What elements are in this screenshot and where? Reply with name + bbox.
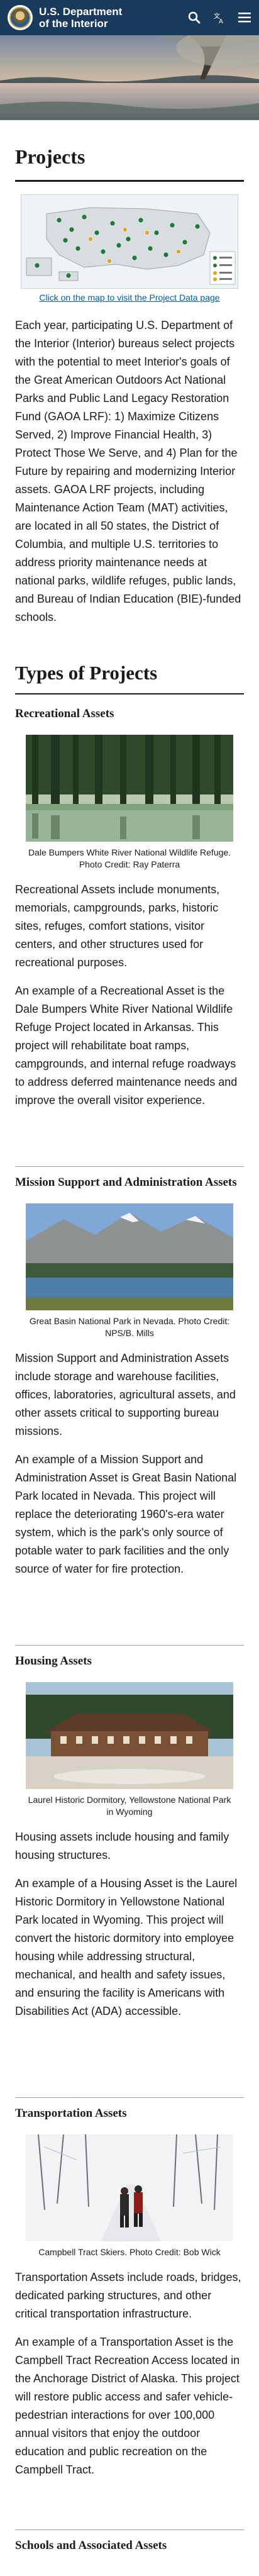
- search-icon[interactable]: [187, 11, 201, 25]
- language-icon[interactable]: 文A: [212, 11, 226, 25]
- site-header: U.S. Department of the Interior 文A: [0, 0, 259, 35]
- site-title[interactable]: U.S. Department of the Interior: [39, 6, 133, 30]
- section-title: Housing Assets: [15, 1654, 92, 1668]
- intro-paragraph: Each year, participating U.S. Department…: [15, 319, 241, 623]
- section-divider: [15, 1166, 244, 1167]
- mission-description: Mission Support and Administration Asset…: [15, 1352, 236, 1437]
- section-divider: [15, 1645, 244, 1646]
- refuge-photo: [26, 735, 233, 842]
- campbell-tract-skiers-photo: [26, 2134, 233, 2241]
- doi-seal-logo[interactable]: [8, 5, 33, 30]
- mission-support-section: Mission Support and Administration Asset…: [15, 1176, 244, 1578]
- menu-icon[interactable]: [238, 11, 251, 25]
- recreational-assets-section: Recreational Assets Dale Bumpers White R…: [15, 707, 244, 1110]
- types-rule: [15, 693, 244, 694]
- section-title: Recreational Assets: [15, 707, 114, 720]
- page-title: Projects: [15, 145, 85, 168]
- mission-figure: Great Basin National Park in Nevada. Pho…: [26, 1203, 233, 1339]
- recreational-example: An example of a Recreational Asset is th…: [15, 984, 238, 1107]
- svg-text:A: A: [219, 18, 223, 24]
- transportation-caption: Campbell Tract Skiers. Photo Credit: Bob…: [38, 2247, 221, 2257]
- section-title: Mission Support and Administration Asset…: [15, 1176, 237, 1189]
- transportation-assets-section: Transportation Assets Campbell Tract Ski…: [15, 2107, 244, 2479]
- transportation-example: An example of a Transportation Asset is …: [15, 2336, 240, 2476]
- transportation-figure: Campbell Tract Skiers. Photo Credit: Bob…: [26, 2134, 233, 2258]
- housing-example: An example of a Housing Asset is the Lau…: [15, 1877, 238, 2017]
- housing-figure: Laurel Historic Dormitory, Yellowstone N…: [26, 1682, 233, 1818]
- title-rule: [15, 180, 244, 182]
- project-map-image[interactable]: [21, 194, 238, 289]
- recreational-caption: Dale Bumpers White River National Wildli…: [28, 847, 231, 869]
- laurel-dormitory-photo: [26, 1682, 233, 1789]
- recreational-description: Recreational Assets include monuments, m…: [15, 883, 220, 969]
- recreational-figure: Dale Bumpers White River National Wildli…: [26, 735, 233, 871]
- hero-banner-image: [0, 35, 259, 120]
- section-divider: [15, 2097, 244, 2098]
- housing-caption: Laurel Historic Dormitory, Yellowstone N…: [28, 1795, 231, 1817]
- mission-caption: Great Basin National Park in Nevada. Pho…: [29, 1316, 230, 1338]
- transportation-description: Transportation Assets include roads, bri…: [15, 2271, 241, 2320]
- housing-description: Housing assets include housing and famil…: [15, 1831, 229, 1861]
- main-content: Projects Click on the map to visit the P…: [0, 120, 259, 2567]
- project-data-link[interactable]: Click on the map to visit the Project Da…: [21, 293, 238, 303]
- types-heading: Types of Projects: [15, 662, 158, 684]
- great-basin-photo: [26, 1203, 233, 1310]
- schools-assets-section: Schools and Associated Assets: [15, 2539, 244, 2553]
- section-title: Schools and Associated Assets: [15, 2539, 167, 2552]
- header-actions: 文A: [187, 11, 251, 25]
- housing-assets-section: Housing Assets Laurel Historic Dormitory…: [15, 1654, 244, 2021]
- project-map[interactable]: Click on the map to visit the Project Da…: [21, 194, 238, 303]
- section-title: Transportation Assets: [15, 2107, 127, 2120]
- mission-example: An example of a Mission Support and Admi…: [15, 1453, 237, 1575]
- section-divider: [15, 2529, 244, 2530]
